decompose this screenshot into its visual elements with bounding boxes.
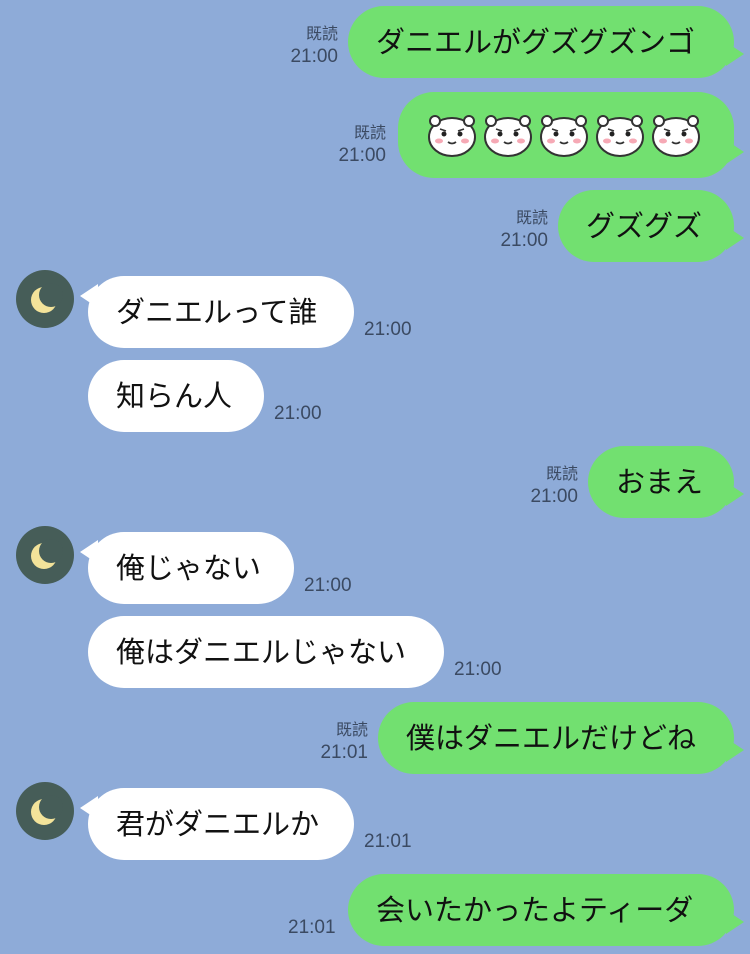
message-text: 俺はダニエルじゃない [116, 635, 407, 669]
hamster-face-icon [652, 115, 700, 157]
received-message-bubble[interactable]: 君がダニエルか [88, 788, 354, 860]
message-text: グズグズ [586, 209, 703, 243]
received-message-bubble[interactable]: 知らん人 [88, 360, 264, 432]
message-text: 僕はダニエルだけどね [406, 721, 697, 755]
crescent-moon-icon [31, 795, 63, 825]
hamster-face-icon [596, 115, 644, 157]
message-time: 21:01 [320, 742, 368, 763]
chat-area: 既読 21:00 ダニエルがグズグズンゴ 既読 21:00 既読 21:00 グ… [0, 0, 750, 954]
received-message-bubble[interactable]: ダニエルって誰 [88, 276, 354, 348]
sent-emoji-bubble[interactable] [398, 92, 734, 178]
message-time: 21:01 [364, 831, 412, 852]
hamster-face-icon [540, 115, 588, 157]
message-time: 21:00 [304, 575, 352, 596]
sent-message-bubble[interactable]: ダニエルがグズグズンゴ [348, 6, 734, 78]
message-text: 知らん人 [116, 379, 233, 413]
read-receipt: 既読 [353, 125, 386, 142]
message-meta: 既読 21:00 [492, 209, 548, 253]
message-time: 21:00 [274, 403, 322, 424]
sent-message-bubble[interactable]: おまえ [588, 446, 734, 518]
sent-message-bubble[interactable]: 会いたかったよティーダ [348, 874, 734, 946]
message-time: 21:00 [338, 145, 386, 166]
read-receipt: 既読 [335, 722, 368, 739]
contact-avatar[interactable] [16, 526, 74, 584]
message-text: 会いたかったよティーダ [376, 893, 694, 927]
crescent-moon-icon [31, 539, 63, 569]
message-meta: 既読 21:00 [282, 25, 338, 69]
message-meta: 既読 21:00 [330, 124, 386, 168]
message-time: 21:00 [530, 486, 578, 507]
hamster-face-icon [428, 115, 476, 157]
message-time: 21:00 [364, 319, 412, 340]
message-time: 21:00 [454, 659, 502, 680]
message-meta: 既読 21:01 [312, 721, 368, 765]
read-receipt: 既読 [545, 466, 578, 483]
received-message-bubble[interactable]: 俺じゃない [88, 532, 294, 604]
received-message-bubble[interactable]: 俺はダニエルじゃない [88, 616, 444, 688]
contact-avatar[interactable] [16, 270, 74, 328]
message-time: 21:01 [288, 917, 336, 938]
crescent-moon-icon [31, 283, 63, 313]
read-receipt: 既読 [515, 210, 548, 227]
message-time: 21:00 [290, 46, 338, 67]
read-receipt: 既読 [305, 26, 338, 43]
message-text: ダニエルって誰 [116, 295, 318, 329]
sent-message-bubble[interactable]: 僕はダニエルだけどね [378, 702, 734, 774]
hamster-face-icon [484, 115, 532, 157]
message-time: 21:00 [500, 230, 548, 251]
message-text: おまえ [616, 465, 704, 499]
message-text: ダニエルがグズグズンゴ [376, 25, 696, 59]
message-text: 君がダニエルか [116, 807, 320, 841]
message-meta: 既読 21:00 [522, 465, 578, 509]
contact-avatar[interactable] [16, 782, 74, 840]
emoji-row [422, 92, 710, 178]
message-text: 俺じゃない [116, 551, 262, 585]
sent-message-bubble[interactable]: グズグズ [558, 190, 734, 262]
